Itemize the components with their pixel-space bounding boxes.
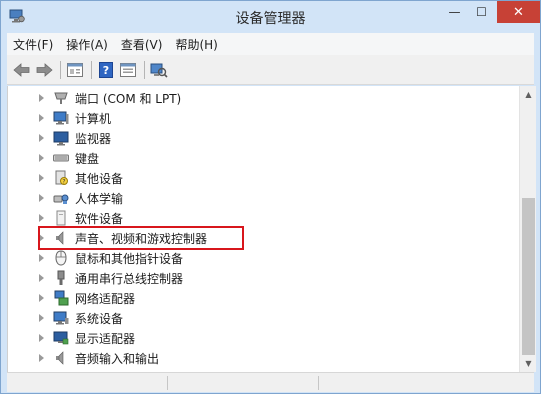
tree-item-label: 系统设备 <box>75 312 124 326</box>
tree-item-label: 计算机 <box>75 112 112 126</box>
expand-arrow-icon[interactable] <box>39 314 44 322</box>
back-arrow-icon[interactable] <box>13 61 31 79</box>
mouse-icon <box>55 250 67 266</box>
tree-item-software-devices[interactable]: 软件设备 <box>8 208 208 228</box>
menu-bar: 文件(F) 操作(A) 查看(V) 帮助(H) <box>7 33 534 55</box>
expand-arrow-icon[interactable] <box>39 294 44 302</box>
tree-item-keyboards[interactable]: 键盘 <box>8 148 208 168</box>
minimize-button[interactable]: — <box>442 1 467 23</box>
tree-item-usb-controllers[interactable]: 通用串行总线控制器 <box>8 268 208 288</box>
highlight-annotation-box <box>38 226 244 250</box>
tree-item-label: 网络适配器 <box>75 292 136 306</box>
expand-arrow-icon[interactable] <box>39 94 44 102</box>
menu-file[interactable]: 文件(F) <box>13 36 53 53</box>
maximize-button[interactable]: ☐ <box>469 1 494 23</box>
vertical-scrollbar[interactable]: ▲ ▼ <box>519 86 536 372</box>
menu-view[interactable]: 查看(V) <box>121 36 163 53</box>
tree-item-label: 人体学输 <box>75 192 124 206</box>
expand-arrow-icon[interactable] <box>39 274 44 282</box>
tree-item-network-adapters[interactable]: 网络适配器 <box>8 288 208 308</box>
tree-item-display-adapters[interactable]: 显示适配器 <box>8 328 208 348</box>
tree-item-hid[interactable]: 人体学输 <box>8 188 208 208</box>
toolbar-separator <box>60 60 61 79</box>
network-icon <box>54 290 69 306</box>
close-button[interactable]: ✕ <box>497 1 540 23</box>
expand-arrow-icon[interactable] <box>39 174 44 182</box>
tree-item-label: 监视器 <box>75 132 112 146</box>
monitor-icon <box>53 131 69 146</box>
toolbar-separator <box>144 60 145 79</box>
tree-item-label: 其他设备 <box>75 172 124 186</box>
toolbar-separator <box>91 60 92 79</box>
other-device-icon: ? <box>55 170 68 186</box>
software-device-icon <box>56 210 66 226</box>
tree-item-monitors[interactable]: 监视器 <box>8 128 208 148</box>
status-divider <box>318 376 319 390</box>
tree-item-label: 显示适配器 <box>75 332 136 346</box>
tree-item-label: 音频输入和输出 <box>75 352 160 366</box>
tree-item-label: 端口 (COM 和 LPT) <box>75 92 182 106</box>
hid-icon <box>53 194 69 204</box>
menu-help[interactable]: 帮助(H) <box>175 36 217 53</box>
status-divider <box>167 376 168 390</box>
svg-text:?: ? <box>103 64 109 77</box>
status-bar <box>7 372 534 392</box>
device-manager-window: 设备管理器 — ☐ ✕ 文件(F) 操作(A) 查看(V) 帮助(H) ? 端口… <box>0 0 541 394</box>
tree-item-system-devices[interactable]: 系统设备 <box>8 308 208 328</box>
properties-icon[interactable] <box>66 61 84 79</box>
svg-text:?: ? <box>62 179 65 186</box>
expand-arrow-icon[interactable] <box>39 254 44 262</box>
tree-item-label: 键盘 <box>75 152 100 166</box>
expand-arrow-icon[interactable] <box>39 334 44 342</box>
tree-item-label: 鼠标和其他指针设备 <box>75 252 184 266</box>
expand-arrow-icon[interactable] <box>39 354 44 362</box>
audio-io-icon <box>56 351 64 365</box>
computer-icon <box>53 111 69 125</box>
expand-arrow-icon[interactable] <box>39 114 44 122</box>
expand-arrow-icon[interactable] <box>39 214 44 222</box>
tree-item-computer[interactable]: 计算机 <box>8 108 208 128</box>
expand-arrow-icon[interactable] <box>39 154 44 162</box>
help-icon[interactable]: ? <box>97 61 115 79</box>
system-device-icon <box>53 311 69 325</box>
tree-item-label: 通用串行总线控制器 <box>75 272 184 286</box>
tree-item-label: 软件设备 <box>75 212 124 226</box>
keyboard-icon <box>53 154 69 162</box>
view-icon[interactable] <box>119 61 137 79</box>
toolbar: ? <box>7 55 534 85</box>
scroll-thumb[interactable] <box>522 198 535 355</box>
device-tree: 端口 (COM 和 LPT) 计算机 监视器 键盘 ? 其他设备 人体学输 软件… <box>7 86 519 372</box>
menu-action[interactable]: 操作(A) <box>66 36 108 53</box>
display-adapter-icon <box>53 331 69 345</box>
scroll-down-arrow-icon[interactable]: ▼ <box>520 355 537 372</box>
expand-arrow-icon[interactable] <box>39 194 44 202</box>
forward-arrow-icon[interactable] <box>35 61 53 79</box>
scroll-up-arrow-icon[interactable]: ▲ <box>520 86 537 103</box>
tree-item-other-devices[interactable]: ? 其他设备 <box>8 168 208 188</box>
usb-icon <box>57 270 65 285</box>
title-bar[interactable]: 设备管理器 — ☐ ✕ <box>1 1 540 33</box>
port-icon <box>54 92 68 104</box>
tree-item-ports[interactable]: 端口 (COM 和 LPT) <box>8 88 208 108</box>
tree-item-mice[interactable]: 鼠标和其他指针设备 <box>8 248 208 268</box>
scan-hardware-icon[interactable] <box>150 61 168 79</box>
expand-arrow-icon[interactable] <box>39 134 44 142</box>
tree-item-audio-inputs-outputs[interactable]: 音频输入和输出 <box>8 348 208 368</box>
